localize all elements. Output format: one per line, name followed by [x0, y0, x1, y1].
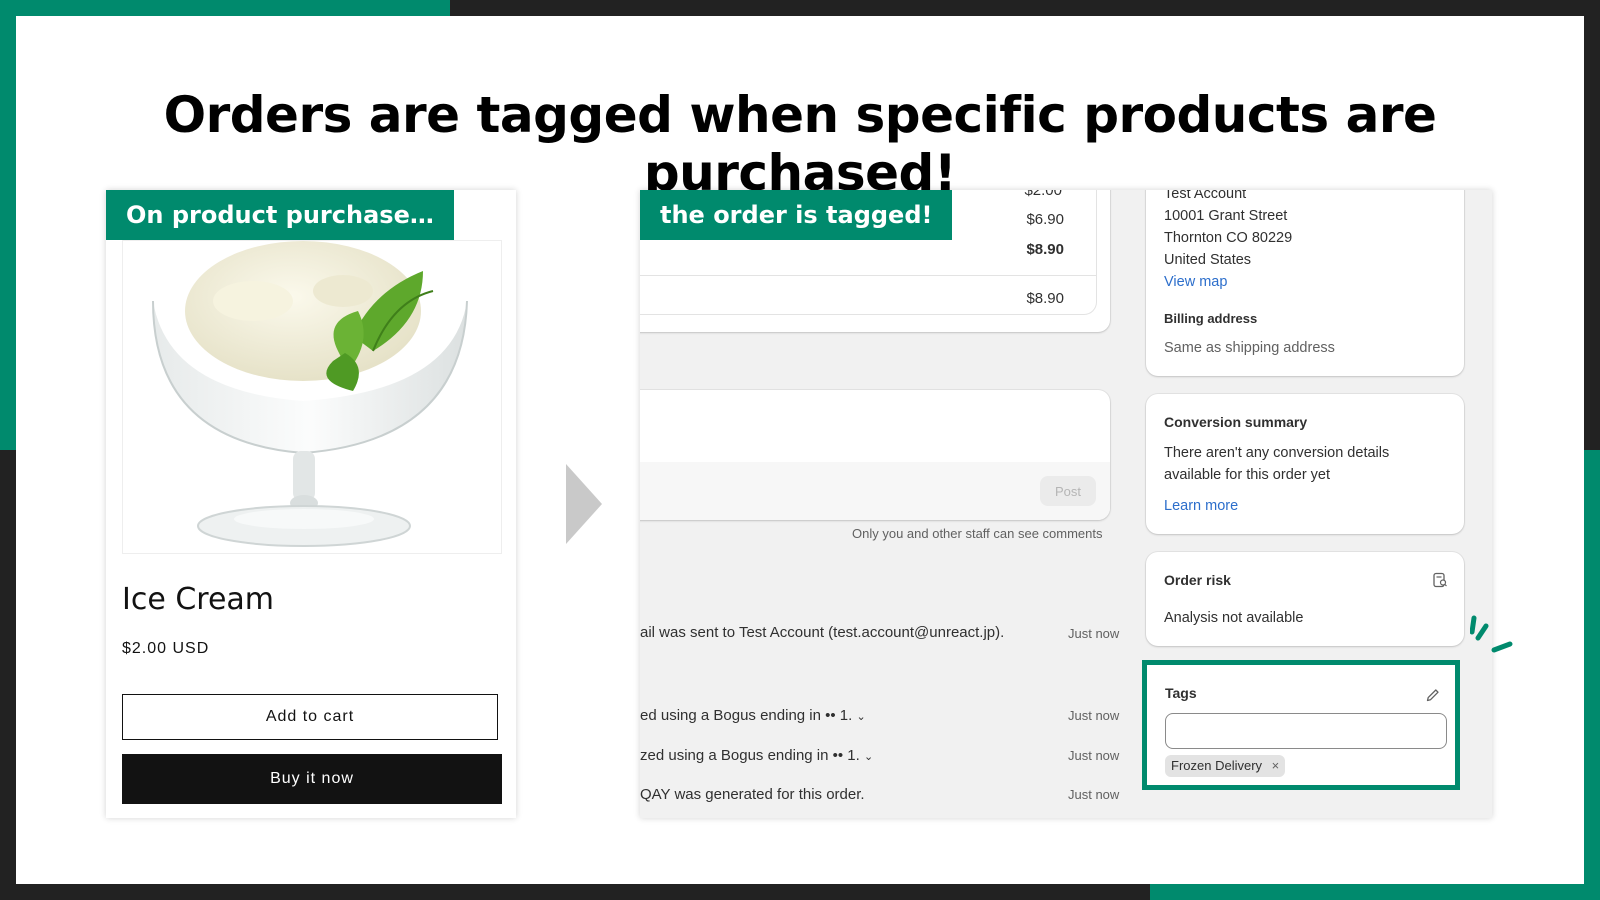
comment-toolbar: Post — [640, 462, 1110, 520]
product-banner: On product purchase… — [106, 190, 454, 240]
timeline-event-2-label: ed using a Bogus ending in •• 1. — [640, 707, 853, 724]
risk-report-icon[interactable] — [1432, 572, 1448, 588]
timeline-event-3-label: zed using a Bogus ending in •• 1. — [640, 747, 860, 764]
timeline-event-3[interactable]: zed using a Bogus ending in •• 1. ⌄ — [640, 747, 873, 764]
summary-amount: $6.90 — [1026, 211, 1064, 228]
pencil-icon[interactable] — [1425, 687, 1441, 703]
order-admin-screenshot: the order is tagged! $2.00 $6.90 $8.90 $… — [640, 190, 1492, 818]
view-map-link[interactable]: View map — [1164, 274, 1227, 290]
product-image[interactable] — [122, 240, 502, 554]
timeline-time-1: Just now — [1068, 626, 1120, 641]
chevron-right-arrow-icon — [566, 464, 602, 544]
learn-more-link[interactable]: Learn more — [1164, 498, 1238, 514]
chevron-down-icon[interactable]: ⌄ — [857, 711, 866, 723]
conversion-line-1: There aren't any conversion details — [1164, 445, 1390, 461]
add-to-cart-button[interactable]: Add to cart — [122, 694, 498, 740]
billing-heading: Billing address — [1164, 311, 1258, 326]
tag-chip[interactable]: Frozen Delivery × — [1165, 755, 1286, 777]
corner-accent-right — [1584, 450, 1600, 900]
corner-accent-top-left — [0, 0, 450, 16]
shipping-country: United States — [1164, 252, 1252, 268]
timeline-event-1: ail was sent to Test Account (test.accou… — [640, 624, 1005, 641]
product-card: On product purchase… Ice Cream $2.00 USD… — [106, 190, 516, 818]
summary-total: $8.90 — [1026, 241, 1064, 258]
product-name: Ice Cream — [122, 582, 275, 617]
chevron-down-icon[interactable]: ⌄ — [864, 751, 873, 763]
timeline-event-4: QAY was generated for this order. — [640, 786, 865, 803]
ice-cream-icon — [152, 241, 468, 547]
comment-note: Only you and other staff can see comment… — [852, 526, 1103, 541]
shipping-name: Test Account — [1164, 190, 1247, 202]
order-banner: the order is tagged! — [640, 190, 953, 240]
shipping-city: Thornton CO 80229 — [1164, 230, 1293, 246]
close-icon[interactable]: × — [1272, 758, 1280, 773]
timeline-time-4: Just now — [1068, 787, 1120, 802]
tag-chip-label: Frozen Delivery — [1171, 758, 1263, 773]
billing-value: Same as shipping address — [1164, 340, 1335, 356]
tags-card: Tags Frozen Delivery × — [1142, 660, 1460, 790]
conversion-line-2: available for this order yet — [1164, 467, 1331, 483]
summary-divider — [640, 275, 1096, 276]
order-risk-heading: Order risk — [1164, 572, 1231, 588]
summary-paid: $8.90 — [1026, 290, 1064, 307]
tags-heading: Tags — [1165, 685, 1197, 701]
order-risk-value: Analysis not available — [1164, 610, 1304, 626]
order-risk-card — [1146, 552, 1464, 646]
emphasis-sparkle-icon — [1470, 615, 1513, 653]
timeline-time-2: Just now — [1068, 708, 1120, 723]
timeline-event-2[interactable]: ed using a Bogus ending in •• 1. ⌄ — [640, 707, 866, 724]
comment-card: Post — [640, 390, 1110, 520]
corner-accent-left — [0, 0, 16, 450]
shipping-street: 10001 Grant Street — [1164, 208, 1288, 224]
post-button[interactable]: Post — [1040, 476, 1096, 506]
buy-it-now-button[interactable]: Buy it now — [122, 754, 502, 804]
tags-input[interactable] — [1165, 713, 1447, 749]
summary-partial-amount: $2.00 — [1024, 190, 1062, 199]
timeline-time-3: Just now — [1068, 748, 1120, 763]
conversion-heading: Conversion summary — [1164, 414, 1308, 430]
page-title: Orders are tagged when specific products… — [163, 86, 1437, 202]
corner-accent-bottom-right — [1150, 884, 1600, 900]
product-price: $2.00 USD — [122, 640, 210, 657]
